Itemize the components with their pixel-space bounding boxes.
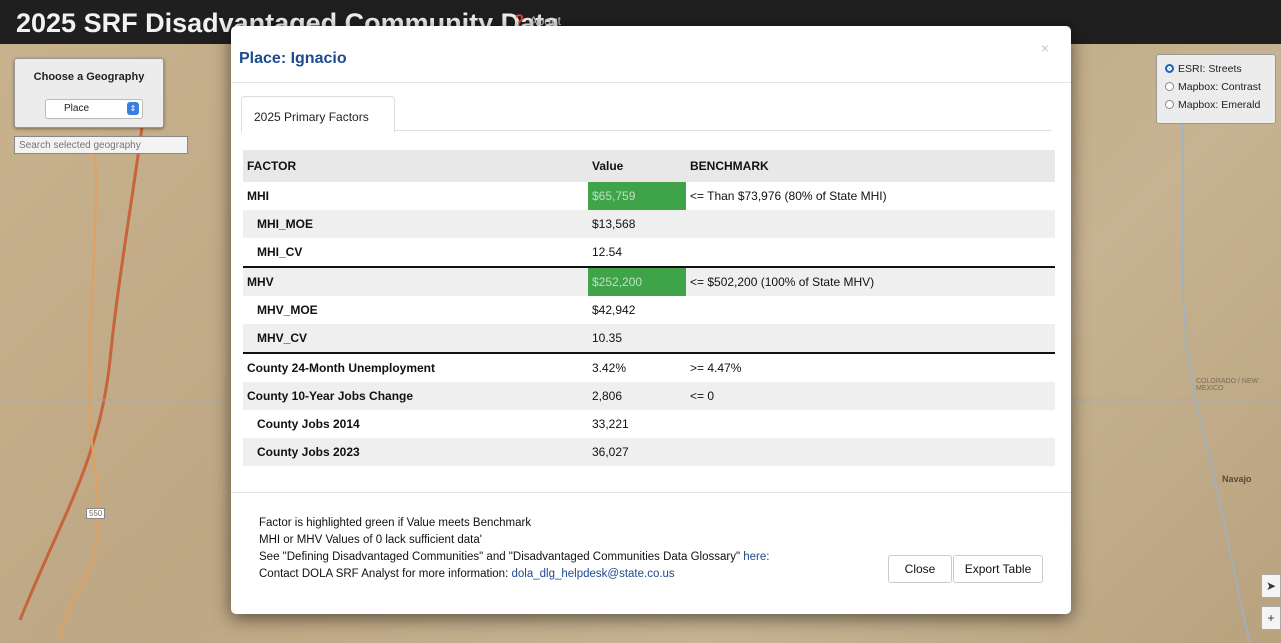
value-cell: 3.42% xyxy=(588,352,686,382)
table-row: MHV_MOE $42,942 xyxy=(243,296,1055,324)
factor-cell: MHI_CV xyxy=(243,238,588,267)
geography-panel: Choose a Geography Place ⇕ xyxy=(14,58,164,128)
modal-header-divider xyxy=(231,82,1071,83)
basemap-switcher: ESRI: Streets Mapbox: Contrast Mapbox: E… xyxy=(1156,54,1276,124)
value-cell: $13,568 xyxy=(588,210,686,238)
note-definitions: See "Defining Disadvantaged Communities"… xyxy=(259,551,770,563)
benchmark-cell xyxy=(686,210,1055,238)
value-cell: 36,027 xyxy=(588,438,686,466)
benchmark-cell: >= 4.47% xyxy=(686,352,1055,382)
radio-icon xyxy=(1165,82,1174,91)
value-cell: $42,942 xyxy=(588,296,686,324)
note-highlight: Factor is highlighted green if Value mee… xyxy=(259,517,532,529)
value-cell: 33,221 xyxy=(588,410,686,438)
header-factor: FACTOR xyxy=(243,150,588,182)
close-icon[interactable]: × xyxy=(1041,40,1049,56)
factor-cell: MHV xyxy=(243,266,588,296)
export-table-button[interactable]: Export Table xyxy=(953,555,1043,583)
factor-cell: County Jobs 2023 xyxy=(243,438,588,466)
factor-cell: MHI_MOE xyxy=(243,210,588,238)
locate-arrow-icon[interactable]: ➤ xyxy=(1261,574,1281,598)
zoom-in-button[interactable]: + xyxy=(1261,606,1281,630)
note-zero-values: MHI or MHV Values of 0 lack sufficient d… xyxy=(259,534,482,546)
basemap-option-esri-streets[interactable]: ESRI: Streets xyxy=(1165,63,1242,77)
value-cell: 10.35 xyxy=(588,324,686,353)
basemap-option-mapbox-emerald[interactable]: Mapbox: Emerald xyxy=(1165,99,1260,113)
table-row: MHV $252,200 <= $502,200 (100% of State … xyxy=(243,266,1055,296)
glossary-link[interactable]: here: xyxy=(743,551,769,563)
benchmark-cell: <= $502,200 (100% of State MHV) xyxy=(686,266,1055,296)
benchmark-cell xyxy=(686,438,1055,466)
chevron-updown-icon: ⇕ xyxy=(127,102,139,115)
table-row: County Jobs 2023 36,027 xyxy=(243,438,1055,466)
factor-cell: MHV_MOE xyxy=(243,296,588,324)
table-row: MHI $65,759 <= Than $73,976 (80% of Stat… xyxy=(243,182,1055,210)
map-label-navajo: Navajo xyxy=(1222,474,1252,484)
basemap-option-mapbox-contrast[interactable]: Mapbox: Contrast xyxy=(1165,81,1261,95)
search-input[interactable] xyxy=(14,136,188,154)
table-row: County 24-Month Unemployment 3.42% >= 4.… xyxy=(243,352,1055,382)
map-label-state-line: COLORADO / NEW MEXICO xyxy=(1196,378,1259,392)
factor-cell: MHV_CV xyxy=(243,324,588,353)
footer-divider xyxy=(231,492,1071,493)
table-row: County 10-Year Jobs Change 2,806 <= 0 xyxy=(243,382,1055,410)
radio-icon xyxy=(1165,100,1174,109)
table-row: County Jobs 2014 33,221 xyxy=(243,410,1055,438)
email-link[interactable]: dola_dlg_helpdesk@state.co.us xyxy=(511,568,674,580)
geography-panel-title: Choose a Geography xyxy=(33,71,145,83)
geography-select[interactable]: Place ⇕ xyxy=(45,99,143,119)
header-benchmark: BENCHMARK xyxy=(686,150,1055,182)
radio-selected-icon xyxy=(1165,64,1174,73)
tab-primary-factors[interactable]: 2025 Primary Factors xyxy=(241,96,395,133)
table-row: MHI_MOE $13,568 xyxy=(243,210,1055,238)
benchmark-cell: <= Than $73,976 (80% of State MHI) xyxy=(686,182,1055,210)
value-cell-highlighted: $65,759 xyxy=(588,182,686,210)
benchmark-cell xyxy=(686,296,1055,324)
road-shield: 550 xyxy=(86,508,106,519)
benchmark-cell xyxy=(686,410,1055,438)
table-row: MHV_CV 10.35 xyxy=(243,324,1055,353)
value-cell: 12.54 xyxy=(588,238,686,267)
benchmark-cell: <= 0 xyxy=(686,382,1055,410)
table-row: MHI_CV 12.54 xyxy=(243,238,1055,267)
factor-cell: County 10-Year Jobs Change xyxy=(243,382,588,410)
header-value: Value xyxy=(588,150,686,182)
geography-select-value: Place xyxy=(64,103,90,114)
modal-title: Place: Ignacio xyxy=(239,50,347,67)
factor-cell: County 24-Month Unemployment xyxy=(243,352,588,382)
value-cell: 2,806 xyxy=(588,382,686,410)
factor-cell: MHI xyxy=(243,182,588,210)
value-cell-highlighted: $252,200 xyxy=(588,266,686,296)
table-header-row: FACTOR Value BENCHMARK xyxy=(243,150,1055,182)
benchmark-cell xyxy=(686,324,1055,353)
factor-cell: County Jobs 2014 xyxy=(243,410,588,438)
note-contact: Contact DOLA SRF Analyst for more inform… xyxy=(259,568,675,580)
place-modal: Place: Ignacio × 2025 Primary Factors FA… xyxy=(231,26,1071,614)
close-button[interactable]: Close xyxy=(888,555,952,583)
benchmark-cell xyxy=(686,238,1055,267)
footer-notes: Factor is highlighted green if Value mee… xyxy=(259,515,769,583)
factors-table: FACTOR Value BENCHMARK MHI $65,759 <= Th… xyxy=(243,150,1055,466)
